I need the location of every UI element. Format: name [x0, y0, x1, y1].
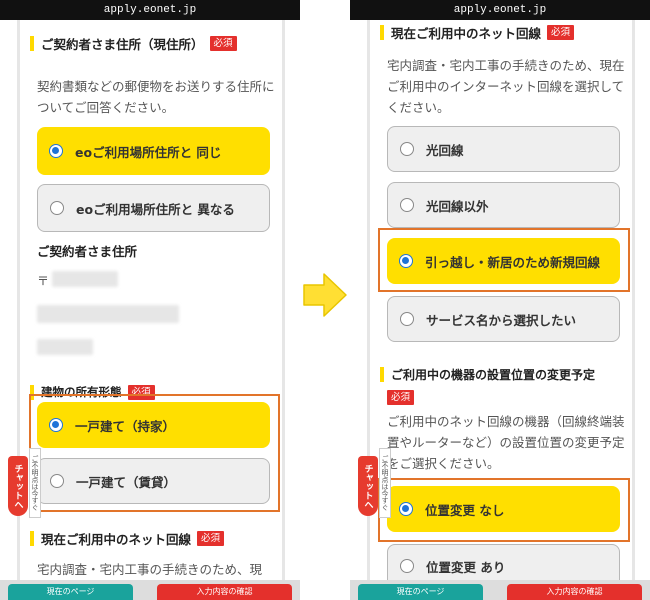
- radio-unselected-icon: [400, 559, 414, 573]
- left-screenshot: apply.eonet.jp ご契約者さま住所（現住所） 必須 契約書類などの郵…: [0, 0, 300, 600]
- required-badge: 必須: [387, 390, 415, 405]
- section-description: ご利用中のネット回線の機器（回線終端装置やルーターなど）の設置位置の変更予定をご…: [387, 414, 625, 471]
- section-title: 現在ご利用中のネット回線: [41, 531, 192, 547]
- radio-option-rented-house[interactable]: 一戸建て（賃貸）: [37, 458, 270, 504]
- url-bar: apply.eonet.jp: [350, 0, 650, 20]
- chat-button[interactable]: チャットへ: [358, 456, 378, 516]
- redacted-postal-code: [52, 271, 118, 287]
- option-label: eoご利用場所住所と 異なる: [76, 201, 235, 217]
- radio-unselected-icon: [50, 201, 64, 215]
- radio-selected-icon: [399, 502, 413, 516]
- right-arrow-icon: [303, 273, 347, 317]
- section-title: ご契約者さま住所（現住所）: [41, 36, 204, 52]
- radio-option-no-relocation[interactable]: 位置変更 なし: [387, 486, 620, 532]
- required-badge-row: 必須: [387, 385, 415, 405]
- address-label: ご契約者さま住所: [37, 243, 138, 259]
- radio-selected-icon: [49, 418, 63, 432]
- option-label: eoご利用場所住所と 同じ: [75, 144, 222, 160]
- save-page-button[interactable]: 現在のページ: [8, 584, 133, 600]
- radio-option-non-fiber[interactable]: 光回線以外: [387, 182, 620, 228]
- radio-unselected-icon: [400, 142, 414, 156]
- section-title: ご利用中の機器の設置位置の変更予定: [391, 367, 596, 382]
- radio-unselected-icon: [400, 312, 414, 326]
- section-heading-network: 現在ご利用中のネット回線 必須: [30, 528, 225, 548]
- chat-note: ご不明点は今すぐ: [379, 448, 391, 518]
- radio-option-owned-house[interactable]: 一戸建て（持家）: [37, 402, 270, 448]
- redacted-address: [37, 305, 179, 323]
- confirm-input-button[interactable]: 入力内容の確認: [507, 584, 642, 600]
- option-label: 引っ越し・新居のため新規回線: [425, 254, 601, 270]
- required-badge: 必須: [547, 24, 575, 40]
- radio-option-fiber[interactable]: 光回線: [387, 126, 620, 172]
- section-title: 現在ご利用中のネット回線: [391, 25, 542, 41]
- radio-selected-icon: [49, 144, 63, 158]
- heading-marker: [380, 366, 384, 382]
- heading-marker: [380, 24, 384, 40]
- heading-marker: [30, 530, 34, 546]
- radio-unselected-icon: [50, 474, 64, 488]
- redacted-address-detail: [37, 339, 93, 355]
- confirm-input-button[interactable]: 入力内容の確認: [157, 584, 292, 600]
- frame-line: [632, 20, 635, 585]
- radio-unselected-icon: [400, 198, 414, 212]
- radio-option-choose-by-service[interactable]: サービス名から選択したい: [387, 296, 620, 342]
- chat-note: ご不明点は今すぐ: [29, 448, 41, 518]
- chat-button[interactable]: チャットへ: [8, 456, 28, 516]
- section-description: 宅内調査・宅内工事の手続きのため、現在ご利用中のインターネット回線を選択してくだ…: [387, 58, 625, 115]
- heading-marker: [30, 35, 34, 51]
- url-bar: apply.eonet.jp: [0, 0, 300, 20]
- option-label: 一戸建て（持家）: [75, 418, 176, 434]
- section-heading-address: ご契約者さま住所（現住所） 必須: [30, 33, 237, 53]
- option-label: 一戸建て（賃貸）: [76, 474, 177, 490]
- section-description: 宅内調査・宅内工事の手続きのため、現: [37, 562, 263, 577]
- section-heading-network: 現在ご利用中のネット回線 必須: [380, 22, 575, 42]
- radio-option-same-address[interactable]: eoご利用場所住所と 同じ: [37, 127, 270, 175]
- postal-mark: 〒: [37, 274, 50, 288]
- right-screenshot: apply.eonet.jp 現在ご利用中のネット回線 必須 宅内調査・宅内工事…: [350, 0, 650, 600]
- radio-option-new-line[interactable]: 引っ越し・新居のため新規回線: [387, 238, 620, 284]
- option-label: 光回線以外: [426, 198, 489, 214]
- option-label: 位置変更 なし: [425, 502, 505, 518]
- option-label: 光回線: [426, 142, 464, 158]
- radio-option-different-address[interactable]: eoご利用場所住所と 異なる: [37, 184, 270, 232]
- radio-selected-icon: [399, 254, 413, 268]
- option-label: 位置変更 あり: [426, 559, 506, 575]
- save-page-button[interactable]: 現在のページ: [358, 584, 483, 600]
- section-description: 契約書類などの郵便物をお送りする住所についてご回答ください。: [37, 79, 275, 115]
- section-heading-equipment: ご利用中の機器の設置位置の変更予定: [380, 364, 595, 384]
- required-badge: 必須: [197, 530, 225, 546]
- frame-line: [282, 20, 285, 585]
- option-label: サービス名から選択したい: [426, 312, 577, 328]
- required-badge: 必須: [209, 35, 237, 51]
